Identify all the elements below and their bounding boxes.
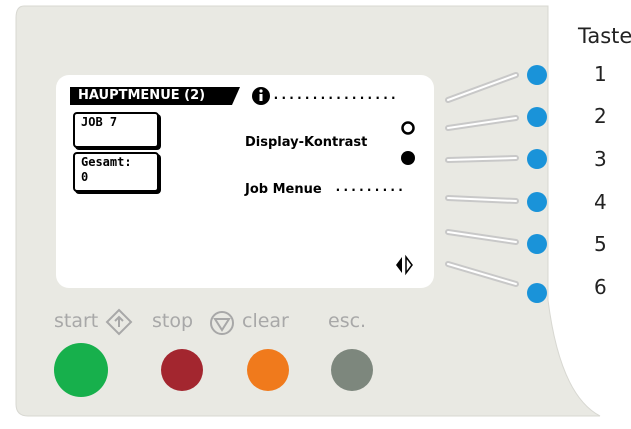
key-number-3: 3 [594,147,607,171]
start-button[interactable] [54,343,108,397]
side-key-3[interactable] [527,149,547,169]
contrast-decrease-icon [401,151,415,165]
key-number-6: 6 [594,275,607,299]
job-box: JOB 7 [73,112,159,148]
lcd-title-text: HAUPTMENUE (2) [78,88,206,103]
key-number-1: 1 [594,62,607,86]
start-label: start [54,310,99,332]
key-number-4: 4 [594,190,607,214]
job-menu-dots: ......... [334,180,405,195]
total-box-value: 0 [81,170,89,184]
info-icon [252,87,270,105]
job-menu-label: Job Menue [245,182,322,197]
control-panel [15,5,601,417]
stop-label: stop [152,310,194,332]
key-number-2: 2 [594,104,607,128]
clear-label: clear [242,310,289,332]
esc-label: esc. [328,310,367,332]
info-dots: ................ [272,88,398,103]
total-box: Gesamt: 0 [73,152,159,192]
esc-button[interactable] [331,349,373,391]
key-number-5: 5 [594,232,607,256]
side-key-2[interactable] [527,107,547,127]
clear-button[interactable] [247,349,289,391]
keys-heading: Taste [578,24,631,48]
side-key-5[interactable] [527,234,547,254]
side-key-4[interactable] [527,192,547,212]
contrast-label: Display-Kontrast [245,135,368,150]
job-box-text: JOB 7 [81,115,118,129]
total-box-label: Gesamt: [81,155,132,169]
stop-button[interactable] [161,349,203,391]
side-key-1[interactable] [527,65,547,85]
side-key-6[interactable] [527,283,547,303]
